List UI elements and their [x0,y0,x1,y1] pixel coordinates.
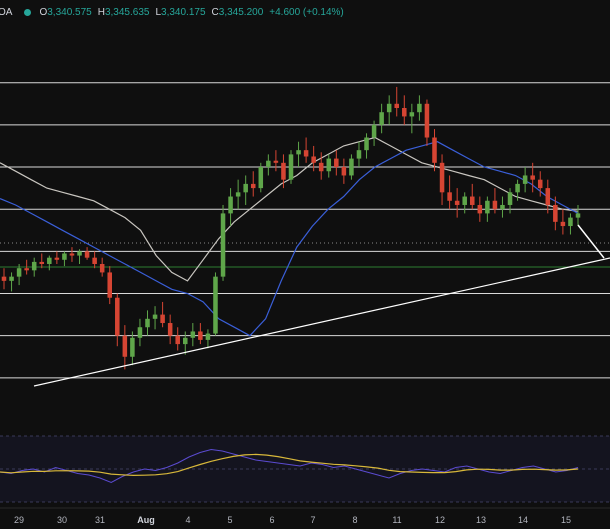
candle-body [424,103,430,138]
date-label-10: 12 [435,515,445,525]
candle-body [167,323,173,336]
date-label-2: 31 [95,515,105,525]
candle-body [250,183,256,189]
candle-body [39,261,45,264]
candle-body [469,196,475,205]
candle-body [394,103,400,108]
candle-body [92,257,97,264]
candle-body [145,318,150,328]
date-label-7: 7 [310,515,315,525]
candle-body [9,276,14,281]
candle-body [326,158,332,172]
candle-body [266,160,271,168]
candle-body [84,251,90,258]
candle-body [115,297,120,336]
candle-body [77,251,82,256]
candle-body [107,272,113,298]
candle-body [379,112,384,125]
candle-body [205,333,211,340]
candle-body [137,327,143,338]
candle-body [402,108,407,117]
candle-body [175,335,180,345]
candle-body [62,253,67,260]
candle-body [341,167,347,176]
candle-body [492,200,498,210]
candle-body [31,261,37,271]
support-trendline [33,257,610,387]
candle-body [190,331,196,338]
candle-body [522,175,528,184]
candle-body [409,112,415,117]
candle-body [273,160,279,163]
candle-body [477,204,483,214]
trendlines [33,224,610,387]
price-chart[interactable]: 29 30 31 Aug 4 5 6 7 8 11 12 13 14 15 [0,0,610,529]
candle-body [318,162,324,172]
candle-body [417,103,422,113]
candle-body [485,200,490,214]
date-label-11: 13 [476,515,486,525]
candle-body [553,204,558,222]
candle-body [213,276,218,334]
candle-body [432,137,437,163]
candle-body [537,179,543,189]
date-label-9: 11 [392,515,401,525]
candle-body [281,162,286,180]
candle-body [182,337,188,345]
candle-body [24,268,29,271]
candle-body [303,150,309,157]
candle-body [334,158,339,168]
time-axis: 29 30 31 Aug 4 5 6 7 8 11 12 13 14 15 [14,515,571,525]
candle-body [507,192,513,205]
candle-body [500,204,505,210]
candle-body [364,137,369,151]
candle-body [454,200,460,205]
date-label-0: 29 [14,515,24,525]
candle-body [545,188,551,205]
candle-body [130,337,135,357]
candle-body [160,314,165,324]
date-label-12: 14 [518,515,528,525]
date-label-8: 8 [352,515,357,525]
date-label-5: 5 [227,515,232,525]
candle-body [47,257,52,264]
candle-body [386,103,392,113]
candle-body [311,156,316,163]
candle-body [296,150,301,155]
candle-body [530,175,535,180]
candle-body [243,183,248,193]
candle-body [54,257,60,260]
candle-body [228,196,233,214]
candlesticks [1,86,581,370]
candle-body [288,154,294,180]
date-label-13: 15 [561,515,571,525]
horizontal-levels [0,82,610,379]
candle-body [575,213,581,218]
candle-body [462,196,467,205]
candle-body [69,253,75,256]
candle-body [439,162,445,193]
candle-body [515,183,520,193]
candle-body [1,276,7,281]
candle-body [258,167,264,189]
projection-line [577,224,605,259]
candle-body [560,221,566,227]
candle-body [349,158,354,176]
candle-body [356,150,362,159]
candle-body [220,213,226,277]
candle-body [16,268,22,277]
candle-body [447,192,452,201]
candle-body [99,264,105,273]
candle-body [198,331,203,340]
candle-body [371,124,377,138]
date-label-3: Aug [137,515,155,525]
candle-body [122,335,128,357]
candle-body [152,314,158,319]
date-label-6: 6 [269,515,274,525]
candle-body [235,192,241,197]
candle-body [568,217,573,227]
date-label-1: 30 [57,515,67,525]
date-label-4: 4 [185,515,190,525]
